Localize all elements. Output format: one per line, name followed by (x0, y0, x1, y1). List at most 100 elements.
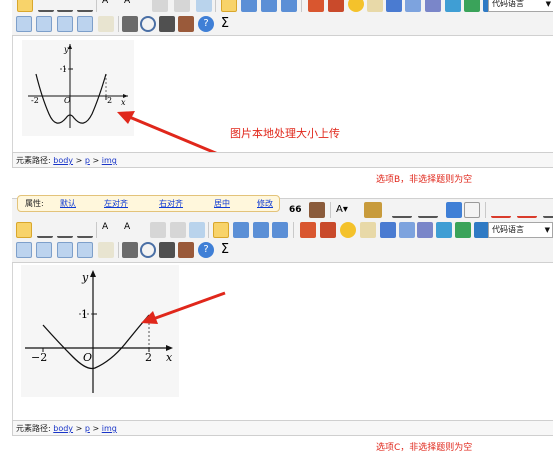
font-color-icon[interactable]: A (124, 0, 140, 12)
path-link-body[interactable]: body (53, 156, 73, 165)
align-justify-button[interactable] (77, 222, 93, 238)
path-link-img[interactable]: img (102, 424, 117, 433)
emotion-icon[interactable] (348, 0, 364, 12)
insert-col-icon[interactable] (57, 16, 73, 32)
template-icon[interactable] (464, 0, 480, 12)
image-left-button[interactable] (233, 222, 249, 238)
annotation-arrow (141, 291, 226, 324)
divider (208, 222, 209, 238)
align-left-button[interactable] (16, 222, 32, 238)
clear-doc-icon[interactable] (464, 202, 480, 218)
font-size-icon[interactable]: A (102, 0, 118, 12)
graph-origin: O (83, 351, 92, 364)
image-none-button[interactable] (213, 222, 229, 238)
map-icon[interactable] (436, 222, 452, 238)
divider (215, 0, 216, 12)
multi-image-icon[interactable] (320, 222, 336, 238)
prop-default-link[interactable]: 默认 (60, 196, 76, 211)
font-color-icon[interactable]: A (124, 222, 140, 238)
search-replace-icon[interactable] (159, 242, 175, 258)
image-center-button[interactable] (272, 222, 288, 238)
merge-cells-icon[interactable] (77, 16, 93, 32)
video-icon[interactable] (386, 0, 402, 12)
delete-table-icon[interactable] (98, 242, 114, 258)
link-icon[interactable] (150, 222, 166, 238)
image-right-button[interactable] (253, 222, 269, 238)
image-none-button[interactable] (221, 0, 237, 12)
path-link-body[interactable]: body (53, 424, 73, 433)
prop-left-align-link[interactable]: 左对齐 (104, 196, 128, 211)
font-color-dropdown[interactable]: A▾ (336, 202, 358, 218)
attachment-icon[interactable] (425, 0, 441, 12)
align-center-button[interactable] (37, 222, 53, 238)
code-language-select[interactable]: 代码语言 ▼ (488, 0, 553, 12)
align-center-button[interactable] (38, 0, 54, 12)
image-left-button[interactable] (241, 0, 257, 12)
preview-icon[interactable] (140, 242, 156, 258)
prop-right-align-link[interactable]: 右对齐 (159, 196, 183, 211)
map-icon[interactable] (445, 0, 461, 12)
help-icon[interactable]: ? (198, 242, 214, 258)
paste-plain-icon[interactable] (309, 202, 325, 218)
multi-image-icon[interactable] (328, 0, 344, 12)
image-right-button[interactable] (261, 0, 277, 12)
select-all-icon[interactable] (446, 202, 462, 218)
anchor-icon[interactable] (189, 222, 205, 238)
row-spacing-bottom-dropdown[interactable] (517, 202, 537, 218)
delete-table-icon[interactable] (98, 16, 114, 32)
music-icon[interactable] (399, 222, 415, 238)
draft-icon[interactable] (178, 242, 194, 258)
editor-content-bottom[interactable]: y x 1 −2 O 2 (12, 263, 553, 420)
anchor-icon[interactable] (196, 0, 212, 12)
ordered-list-dropdown[interactable] (392, 202, 412, 218)
link-icon[interactable] (152, 0, 168, 12)
image-center-button[interactable] (281, 0, 297, 12)
highlight-dropdown[interactable] (364, 202, 382, 218)
print-icon[interactable] (122, 16, 138, 32)
path-link-p[interactable]: p (85, 424, 90, 433)
preview-icon[interactable] (140, 16, 156, 32)
option-note-b: 选项B，非选择题则为空 (376, 175, 473, 185)
blockquote-icon[interactable]: 66 (289, 202, 305, 218)
align-right-button[interactable] (57, 222, 73, 238)
path-link-img[interactable]: img (102, 156, 117, 165)
formula-icon[interactable]: Σ (217, 242, 233, 258)
scrawl-icon[interactable] (367, 0, 383, 12)
video-icon[interactable] (380, 222, 396, 238)
scrawl-icon[interactable] (360, 222, 376, 238)
editor-content-top[interactable]: y x 1 -2 O 2 图片本地处理大小上传 (12, 36, 553, 156)
print-icon[interactable] (122, 242, 138, 258)
divider (118, 242, 119, 258)
attachment-icon[interactable] (417, 222, 433, 238)
line-height-dropdown[interactable] (543, 202, 553, 218)
unlink-icon[interactable] (174, 0, 190, 12)
path-link-p[interactable]: p (85, 156, 90, 165)
table-icon[interactable] (16, 16, 32, 32)
prop-modify-link[interactable]: 修改 (257, 196, 273, 211)
help-icon[interactable]: ? (198, 16, 214, 32)
template-icon[interactable] (455, 222, 471, 238)
unlink-icon[interactable] (170, 222, 186, 238)
align-justify-button[interactable] (77, 0, 93, 12)
divider (485, 202, 486, 218)
row-spacing-top-dropdown[interactable] (491, 202, 511, 218)
font-size-icon[interactable]: A (102, 222, 118, 238)
align-right-button[interactable] (57, 0, 73, 12)
insert-col-icon[interactable] (57, 242, 73, 258)
insert-row-icon[interactable] (36, 16, 52, 32)
unordered-list-dropdown[interactable] (418, 202, 438, 218)
insert-image-icon[interactable] (308, 0, 324, 12)
emotion-icon[interactable] (340, 222, 356, 238)
draft-icon[interactable] (178, 16, 194, 32)
align-left-button[interactable] (17, 0, 33, 12)
merge-cells-icon[interactable] (77, 242, 93, 258)
graph-tick-two: 2 (107, 96, 112, 105)
music-icon[interactable] (405, 0, 421, 12)
search-replace-icon[interactable] (159, 16, 175, 32)
insert-row-icon[interactable] (36, 242, 52, 258)
prop-center-link[interactable]: 居中 (214, 196, 230, 211)
code-language-select[interactable]: 代码语言 ▼ (488, 222, 553, 238)
formula-icon[interactable]: Σ (217, 16, 233, 32)
table-icon[interactable] (16, 242, 32, 258)
insert-image-icon[interactable] (300, 222, 316, 238)
